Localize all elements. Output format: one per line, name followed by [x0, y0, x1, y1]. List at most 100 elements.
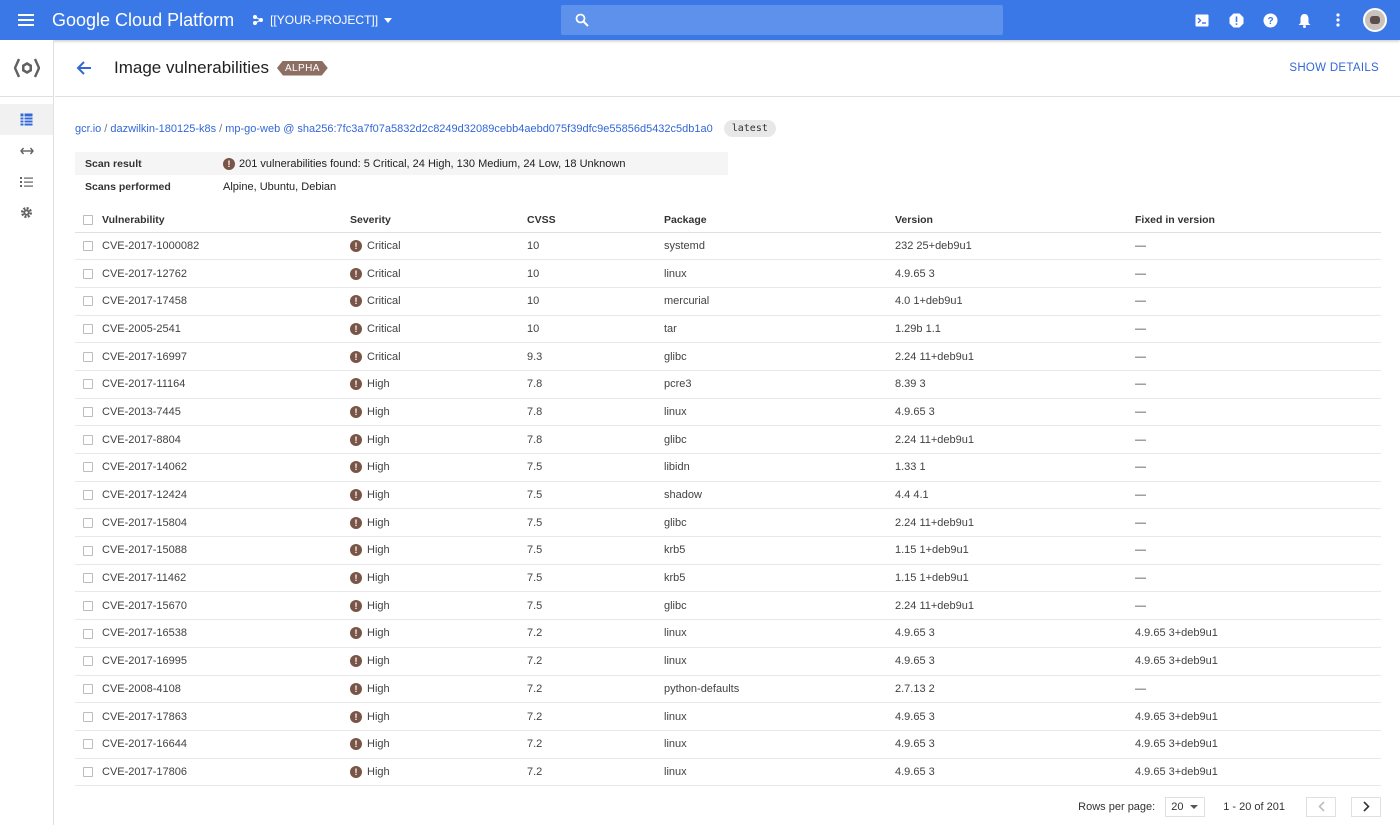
- project-selector[interactable]: [[YOUR-PROJECT]]: [252, 13, 398, 27]
- severity-label: Critical: [367, 239, 401, 252]
- table-row[interactable]: CVE-2017-17458! Critical 10 mercurial 4.0 1+…: [75, 287, 1381, 316]
- menu-icon[interactable]: [0, 0, 52, 40]
- scans-performed-row: Scans performed Alpine, Ubuntu, Debian: [75, 175, 728, 198]
- avatar[interactable]: [1363, 8, 1387, 32]
- row-checkbox[interactable]: [83, 434, 93, 445]
- alert-icon[interactable]: [1219, 0, 1253, 40]
- chevron-down-icon: [384, 17, 393, 23]
- row-checkbox[interactable]: [83, 767, 93, 777]
- cell-fixed-in-version: 4.9.65 3+deb9u1: [1135, 647, 1381, 676]
- cell-cvss: 7.5: [527, 453, 664, 482]
- nav-images[interactable]: [0, 104, 53, 135]
- severity-label: High: [367, 765, 390, 778]
- table-row[interactable]: CVE-2017-16538! High 7.2 linux 4.9.65 3 4.9.6…: [75, 619, 1381, 648]
- breadcrumb-digest[interactable]: sha256:7fc3a7f07a5832d2c8249d32089cebb4a…: [297, 123, 712, 135]
- nav-triggers[interactable]: [0, 135, 53, 166]
- row-checkbox[interactable]: [83, 545, 93, 556]
- table-row[interactable]: CVE-2017-17863! High 7.2 linux 4.9.65 3 4.9.6…: [75, 702, 1381, 731]
- help-icon[interactable]: ?: [1253, 0, 1287, 40]
- container-registry-icon[interactable]: [0, 40, 53, 97]
- cell-fixed-in-version: —: [1135, 342, 1381, 371]
- row-checkbox[interactable]: [83, 573, 93, 584]
- row-checkbox[interactable]: [83, 268, 93, 279]
- cell-vulnerability: CVE-2017-16997: [102, 342, 350, 371]
- table-row[interactable]: CVE-2013-7445! High 7.8 linux 4.9.65 3—: [75, 398, 1381, 427]
- table-row[interactable]: CVE-2005-2541! Critical 10 tar 1.29b 1.1—: [75, 315, 1381, 344]
- select-all-checkbox[interactable]: [83, 215, 93, 226]
- cell-cvss: 7.5: [527, 481, 664, 510]
- row-checkbox[interactable]: [83, 462, 93, 473]
- search-input[interactable]: [561, 5, 1003, 35]
- nav-build-history[interactable]: [0, 166, 53, 197]
- cell-severity: ! Critical: [350, 342, 527, 371]
- row-checkbox[interactable]: [83, 628, 93, 639]
- table-row[interactable]: CVE-2017-17806! High 7.2 linux 4.9.65 3 4.9.6…: [75, 758, 1381, 787]
- row-checkbox[interactable]: [83, 379, 93, 390]
- table-row[interactable]: CVE-2008-4108! High 7.2 python-defaults 2.7.…: [75, 675, 1381, 704]
- table-row[interactable]: CVE-2017-12424! High 7.5 shadow 4.4 4.1—: [75, 481, 1381, 510]
- severity-alert-icon: !: [350, 710, 362, 723]
- more-vert-icon[interactable]: [1321, 0, 1355, 40]
- column-header-severity[interactable]: Severity: [350, 209, 527, 233]
- back-arrow-icon[interactable]: [62, 48, 106, 88]
- row-checkbox[interactable]: [83, 711, 93, 722]
- row-checkbox[interactable]: [83, 600, 93, 611]
- table-row[interactable]: CVE-2017-15804! High 7.5 glibc 2.24 11+deb9u…: [75, 508, 1381, 538]
- breadcrumb-image[interactable]: mp-go-web: [225, 123, 280, 135]
- cell-cvss: 7.8: [527, 370, 664, 399]
- row-checkbox[interactable]: [83, 407, 93, 418]
- next-page-button[interactable]: [1351, 796, 1381, 817]
- brand-title[interactable]: Google Cloud Platform: [52, 10, 234, 31]
- column-header-vulnerability[interactable]: Vulnerability: [102, 209, 350, 233]
- cell-severity: ! High: [350, 564, 527, 593]
- notifications-icon[interactable]: [1287, 0, 1321, 40]
- row-checkbox[interactable]: [83, 324, 93, 334]
- cell-vulnerability: CVE-2017-12762: [102, 259, 350, 288]
- table-row[interactable]: CVE-2017-14062! High 7.5 libidn 1.33 1—: [75, 453, 1381, 482]
- cell-cvss: 7.2: [527, 758, 664, 787]
- row-checkbox[interactable]: [83, 656, 93, 667]
- cell-fixed-in-version: —: [1135, 564, 1381, 593]
- cell-package: krb5: [664, 564, 895, 593]
- row-checkbox[interactable]: [83, 683, 93, 694]
- cell-fixed-in-version: —: [1135, 453, 1381, 482]
- breadcrumb-registry[interactable]: gcr.io: [75, 123, 101, 135]
- row-checkbox[interactable]: [83, 240, 93, 251]
- column-header-package[interactable]: Package: [664, 209, 895, 233]
- table-row[interactable]: CVE-2017-11462! High 7.5 krb5 1.15 1+deb9u1—: [75, 564, 1381, 593]
- severity-alert-icon: !: [350, 350, 362, 363]
- breadcrumb-project[interactable]: dazwilkin-180125-k8s: [110, 123, 216, 135]
- table-row[interactable]: CVE-2017-8804! High 7.8 glibc 2.24 11+deb9u1…: [75, 425, 1381, 454]
- table-row[interactable]: CVE-2017-15088! High 7.5 krb5 1.15 1+deb9u1—: [75, 536, 1381, 565]
- row-checkbox[interactable]: [83, 517, 93, 528]
- severity-alert-icon: !: [350, 627, 362, 640]
- table-row[interactable]: CVE-2017-11164! High 7.8 pcre3 8.39 3—: [75, 370, 1381, 399]
- cell-version: 4.9.65 3: [895, 758, 1135, 787]
- severity-alert-icon: !: [350, 433, 362, 446]
- row-checkbox[interactable]: [83, 490, 93, 501]
- scan-summary: Scan result ! 201 vulnerabilities found:…: [75, 152, 728, 198]
- cell-cvss: 10: [527, 259, 664, 288]
- table-row[interactable]: CVE-2017-16997! Critical 9.3 glibc 2.24 11+d…: [75, 342, 1381, 371]
- show-details-button[interactable]: SHOW DETAILS: [1289, 62, 1379, 74]
- nav-settings[interactable]: [0, 197, 53, 228]
- project-name: [[YOUR-PROJECT]]: [270, 13, 379, 27]
- cell-cvss: 10: [527, 287, 664, 316]
- table-row[interactable]: CVE-2017-1000082! Critical 10 systemd 232 25…: [75, 232, 1381, 261]
- table-row[interactable]: CVE-2017-16995! High 7.2 linux 4.9.65 3 4.9.6…: [75, 647, 1381, 676]
- column-header-cvss[interactable]: CVSS: [527, 209, 664, 233]
- table-row[interactable]: CVE-2017-12762! Critical 10 linux 4.9.65 3—: [75, 259, 1381, 288]
- column-header-fixed-in-version[interactable]: Fixed in version: [1135, 209, 1381, 233]
- table-row[interactable]: CVE-2017-16644! High 7.2 linux 4.9.65 3 4.9.6…: [75, 730, 1381, 759]
- cell-vulnerability: CVE-2017-17458: [102, 287, 350, 316]
- cloud-shell-icon[interactable]: [1185, 0, 1219, 40]
- row-checkbox[interactable]: [83, 351, 93, 362]
- cell-package: linux: [664, 398, 895, 427]
- row-checkbox[interactable]: [83, 739, 93, 750]
- cell-cvss: 7.5: [527, 536, 664, 565]
- rows-per-page-select[interactable]: 20: [1165, 796, 1206, 817]
- row-checkbox[interactable]: [83, 296, 93, 307]
- previous-page-button[interactable]: [1306, 796, 1336, 817]
- table-row[interactable]: CVE-2017-15670! High 7.5 glibc 2.24 11+deb9u…: [75, 591, 1381, 621]
- column-header-version[interactable]: Version: [895, 209, 1135, 233]
